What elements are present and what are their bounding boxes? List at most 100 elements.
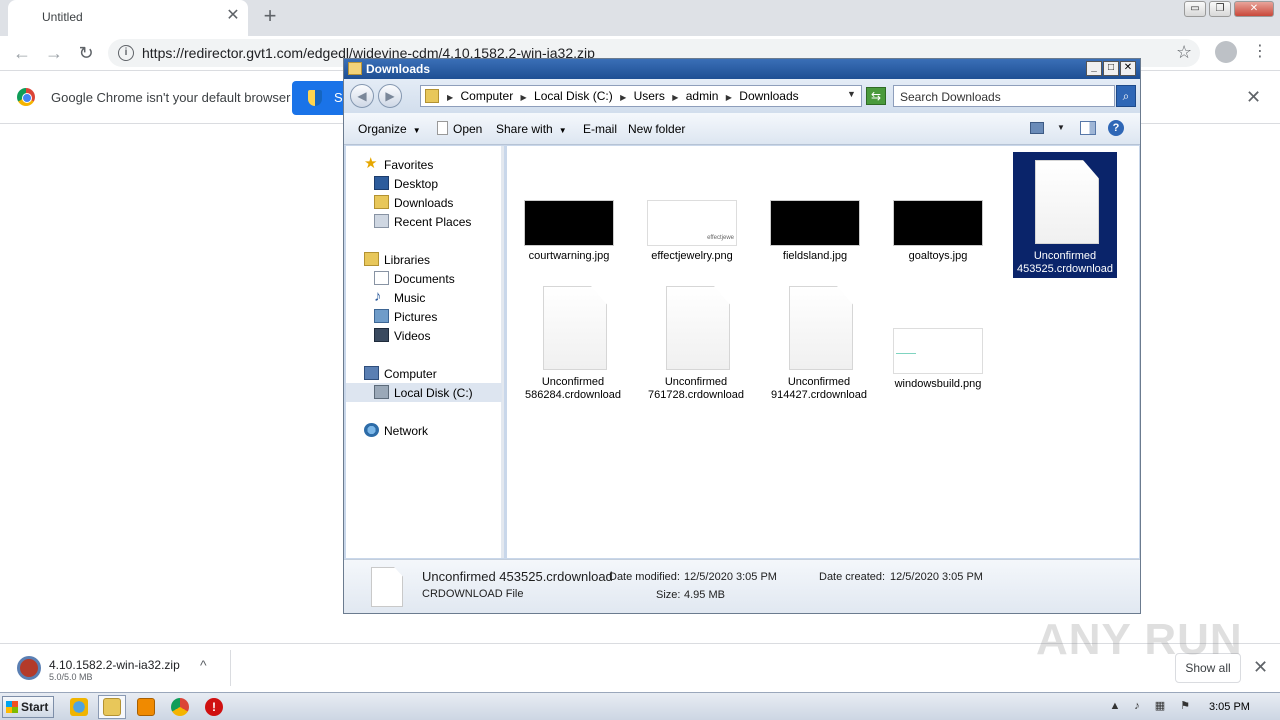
nav-favorites[interactable]: ★ Favorites	[346, 155, 502, 174]
address-dropdown-icon[interactable]: ▼	[847, 89, 856, 99]
email-button[interactable]: E-mail	[583, 122, 617, 136]
breadcrumb-computer[interactable]: Computer	[461, 89, 514, 103]
file-item[interactable]: Unconfirmed 586284.crdownload	[521, 286, 625, 404]
nav-libraries-label: Libraries	[384, 253, 431, 267]
nav-documents[interactable]: Documents	[346, 269, 502, 288]
new-folder-button[interactable]: New folder	[628, 122, 685, 136]
search-input[interactable]: Search Downloads	[893, 85, 1115, 107]
infobar-message: Google Chrome isn't your default browser	[51, 90, 291, 105]
restore-window-button[interactable]: ❐	[1209, 1, 1231, 17]
nav-videos-label: Videos	[394, 329, 431, 343]
file-item[interactable]: fieldsland.jpg	[763, 200, 867, 264]
document-icon	[789, 286, 853, 370]
shelf-close-icon[interactable]: ✕	[1253, 657, 1268, 678]
file-item[interactable]: courtwarning.jpg	[517, 200, 621, 264]
chrome-menu-icon[interactable]: ⋮	[1252, 41, 1268, 63]
explorer-address-row: ◀ ▶ ▶ Computer ▶ Local Disk (C:) ▶ Users…	[344, 79, 1140, 113]
explorer-close-button[interactable]: ✕	[1120, 61, 1136, 76]
forward-button[interactable]: →	[42, 41, 66, 65]
nav-videos[interactable]: Videos	[346, 326, 502, 345]
back-button[interactable]: ←	[10, 41, 34, 65]
details-created-value: 12/5/2020 3:05 PM	[890, 571, 983, 583]
file-name-line2: 761728.crdownload	[647, 389, 745, 401]
change-view-icon[interactable]	[1030, 122, 1044, 134]
explorer-minimize-button[interactable]: _	[1086, 61, 1102, 76]
image-thumbnail	[893, 328, 983, 374]
nav-recent-places[interactable]: Recent Places	[346, 212, 502, 231]
file-item[interactable]: Unconfirmed 761728.crdownload	[644, 286, 748, 404]
navigation-pane: ★ Favorites Desktop Downloads Recent Pla…	[346, 146, 504, 558]
breadcrumb-local-disk[interactable]: Local Disk (C:)	[534, 89, 613, 103]
start-button[interactable]: Start	[2, 696, 54, 718]
stop-icon[interactable]: !	[205, 698, 223, 716]
explorer-forward-icon[interactable]: ▶	[378, 84, 402, 108]
computer-icon	[364, 366, 379, 380]
ie-icon[interactable]	[70, 698, 88, 716]
tab-close-icon[interactable]: ✕	[224, 7, 242, 25]
explorer-taskbar-button[interactable]	[98, 695, 126, 719]
nav-music[interactable]: ♪ Music	[346, 288, 502, 307]
views-dropdown-icon[interactable]: ▼	[1057, 123, 1065, 132]
network-tray-icon[interactable]: ▦	[1153, 699, 1167, 713]
nav-network[interactable]: Network	[346, 421, 502, 440]
bookmark-star-icon[interactable]: ☆	[1176, 42, 1192, 63]
new-tab-button[interactable]: +	[258, 4, 282, 28]
nav-libraries[interactable]: Libraries	[346, 250, 502, 269]
explorer-titlebar[interactable]: Downloads _ □ ✕	[344, 59, 1140, 79]
file-item[interactable]: goaltoys.jpg	[886, 200, 990, 264]
nav-pictures-label: Pictures	[394, 310, 438, 324]
chrome-logo-icon	[17, 88, 35, 106]
nav-local-disk[interactable]: Local Disk (C:)	[346, 383, 502, 402]
breadcrumb-downloads[interactable]: Downloads	[739, 89, 798, 103]
file-list: courtwarning.jpg effectjewe effectjewelr…	[507, 146, 1139, 558]
uac-shield-icon	[308, 90, 322, 106]
file-item[interactable]: Unconfirmed 914427.crdownload	[767, 286, 871, 404]
file-item-selected[interactable]: Unconfirmed 453525.crdownload	[1013, 152, 1117, 278]
volume-icon[interactable]: ♪	[1130, 699, 1144, 713]
downloads-folder-icon	[374, 195, 389, 209]
profile-avatar-icon[interactable]	[1215, 41, 1237, 63]
file-name: courtwarning.jpg	[528, 250, 610, 262]
explorer-address-bar[interactable]: ▶ Computer ▶ Local Disk (C:) ▶ Users ▶ a…	[420, 85, 862, 107]
reload-button[interactable]: ↻	[74, 41, 98, 65]
download-options-chevron-icon[interactable]: ^	[200, 657, 207, 673]
document-icon	[1035, 160, 1099, 244]
help-icon[interactable]: ?	[1108, 120, 1124, 136]
file-item[interactable]: effectjewe effectjewelry.png	[640, 200, 744, 264]
details-filetype: CRDOWNLOAD File	[422, 588, 524, 600]
tray-expand-icon[interactable]: ▲	[1108, 699, 1122, 713]
open-button[interactable]: Open	[453, 122, 482, 136]
taskbar-clock[interactable]: 3:05 PM	[1209, 701, 1250, 713]
image-thumbnail	[770, 200, 860, 246]
explorer-back-icon[interactable]: ◀	[350, 84, 374, 108]
nav-desktop[interactable]: Desktop	[346, 174, 502, 193]
infobar-close-icon[interactable]: ✕	[1246, 87, 1261, 108]
site-info-icon[interactable]: i	[118, 45, 134, 61]
refresh-icon[interactable]: ⇆	[866, 87, 886, 105]
file-name-line1: Unconfirmed	[787, 376, 851, 388]
organize-menu[interactable]: Organize ▼	[358, 122, 421, 136]
minimize-window-button[interactable]: ▭	[1184, 1, 1206, 17]
nav-pictures[interactable]: Pictures	[346, 307, 502, 326]
nav-favorites-label: Favorites	[384, 158, 434, 172]
file-item[interactable]: windowsbuild.png	[886, 328, 990, 392]
nav-recent-places-label: Recent Places	[394, 215, 472, 229]
search-icon[interactable]: ⌕	[1116, 85, 1136, 107]
nav-computer[interactable]: Computer	[346, 364, 502, 383]
chrome-icon[interactable]	[171, 698, 189, 716]
windows-logo-icon	[6, 701, 18, 713]
star-icon: ★	[364, 155, 378, 172]
explorer-maximize-button[interactable]: □	[1103, 61, 1119, 76]
breadcrumb-admin[interactable]: admin	[686, 89, 719, 103]
media-player-icon[interactable]	[137, 698, 155, 716]
anyrun-watermark: ANY RUN	[1036, 615, 1243, 664]
breadcrumb-users[interactable]: Users	[634, 89, 665, 103]
nav-downloads[interactable]: Downloads	[346, 193, 502, 212]
close-window-button[interactable]: ✕	[1234, 1, 1274, 17]
tab-untitled[interactable]: Untitled ✕	[8, 0, 248, 36]
download-progress: 5.0/5.0 MB	[49, 672, 93, 682]
action-center-flag-icon[interactable]: ⚑	[1178, 699, 1192, 713]
preview-pane-icon[interactable]	[1080, 121, 1096, 135]
breadcrumb: ▶ Computer ▶ Local Disk (C:) ▶ Users ▶ a…	[447, 89, 799, 103]
share-with-menu[interactable]: Share with ▼	[496, 122, 567, 136]
